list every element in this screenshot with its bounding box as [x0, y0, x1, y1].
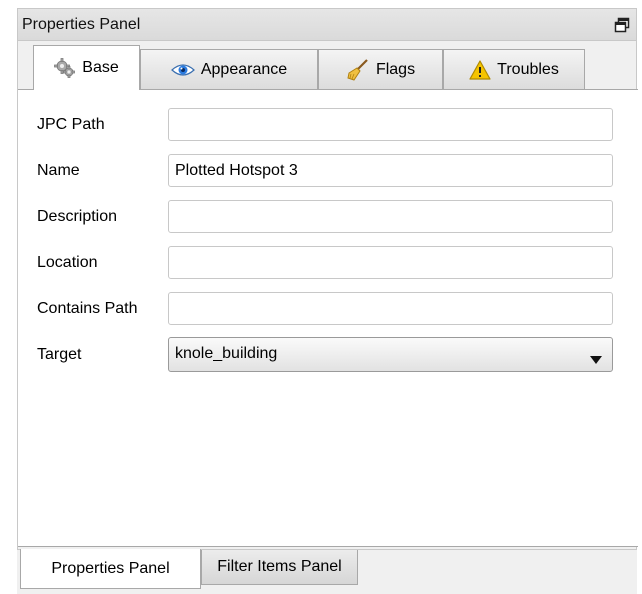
tab-base[interactable]: Base	[33, 45, 140, 90]
jpc-path-field[interactable]	[168, 108, 613, 141]
tab-base-label: Base	[82, 59, 119, 76]
panel-title: Properties Panel	[22, 16, 141, 33]
chevron-down-icon	[590, 351, 602, 364]
float-window-icon[interactable]	[614, 17, 630, 33]
name-label: Name	[37, 162, 80, 179]
tab-troubles[interactable]: Troubles	[443, 49, 585, 89]
jpc-path-label: JPC Path	[37, 116, 105, 133]
description-field[interactable]	[168, 200, 613, 233]
location-label: Location	[37, 254, 98, 271]
description-label: Description	[37, 208, 118, 225]
tab-strip: Base Appearance Flags Troubles	[18, 41, 638, 90]
bottom-tab-strip: Properties Panel Filter Items Panel	[17, 549, 637, 594]
target-select[interactable]: knole_building	[168, 337, 613, 372]
warning-icon	[469, 59, 491, 80]
contains-path-label: Contains Path	[37, 300, 138, 317]
target-select-value: knole_building	[175, 345, 278, 362]
broom-icon	[346, 58, 370, 82]
target-label: Target	[37, 346, 82, 363]
tab-flags[interactable]: Flags	[318, 49, 443, 89]
tab-appearance[interactable]: Appearance	[140, 49, 318, 89]
location-field[interactable]	[168, 246, 613, 279]
bottom-tab-filter-items-panel[interactable]: Filter Items Panel	[201, 550, 358, 585]
tab-troubles-label: Troubles	[497, 60, 559, 78]
properties-panel-body: Base Appearance Flags Troubles JPC Path …	[17, 41, 638, 549]
contains-path-field[interactable]	[168, 292, 613, 325]
gear-icon	[54, 57, 76, 79]
tab-flags-label: Flags	[375, 60, 416, 78]
bottom-tab-filter-label: Filter Items Panel	[217, 558, 342, 575]
bottom-tab-properties-panel[interactable]: Properties Panel	[20, 549, 201, 589]
name-field[interactable]	[168, 154, 613, 187]
tab-appearance-label: Appearance	[200, 60, 288, 78]
properties-panel-header: Properties Panel	[17, 8, 637, 41]
bottom-tab-properties-label: Properties Panel	[51, 559, 170, 577]
base-tab-page: JPC Path Name Description Location Conta…	[18, 89, 638, 547]
eye-icon	[170, 62, 195, 78]
